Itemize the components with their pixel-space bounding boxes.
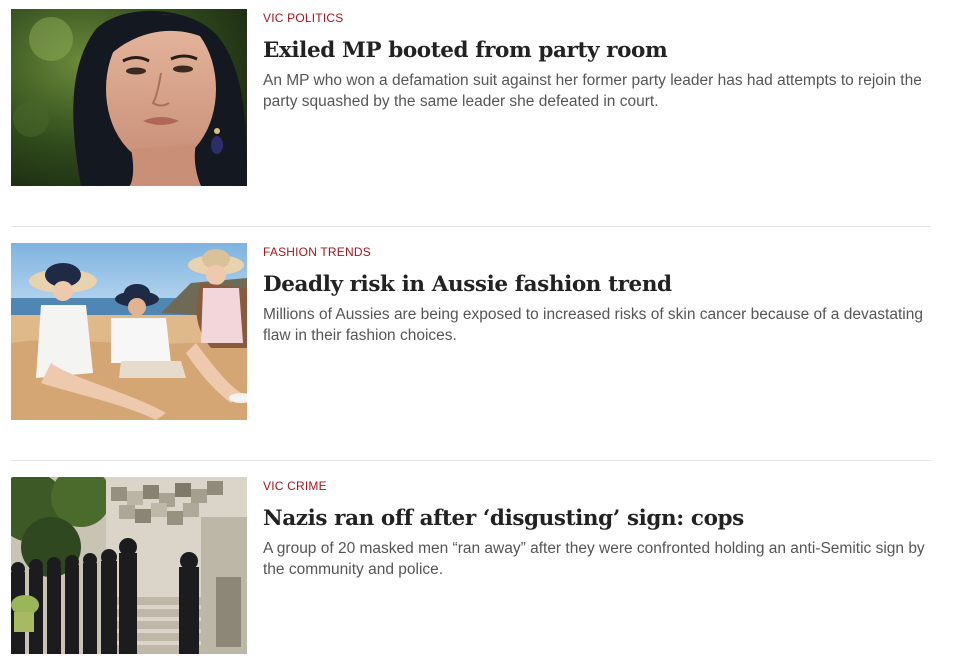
article-category-label[interactable]: VIC POLITICS [263,10,928,26]
article-card-3[interactable]: VIC CRIME Nazis ran off after ‘disgustin… [11,477,931,654]
article-image-1[interactable] [11,9,247,186]
article-headline-link[interactable]: Nazis ran off after ‘disgusting’ sign: c… [263,505,928,533]
article-divider [11,460,931,461]
article-image-3[interactable] [11,477,247,654]
article-summary: An MP who won a defamation suit against … [263,72,922,110]
article-image-2[interactable] [11,243,247,420]
article-headline-link[interactable]: Deadly risk in Aussie fashion trend [263,271,928,299]
article-divider [11,226,931,227]
article-card-1[interactable]: VIC POLITICS Exiled MP booted from party… [11,9,931,186]
article-headline-link[interactable]: Exiled MP booted from party room [263,37,928,65]
article-category-label[interactable]: FASHION TRENDS [263,244,928,260]
article-feed: VIC POLITICS Exiled MP booted from party… [11,9,931,654]
article-summary: A group of 20 masked men “ran away” afte… [263,540,925,578]
article-card-2[interactable]: FASHION TRENDS Deadly risk in Aussie fas… [11,243,931,420]
article-category-label[interactable]: VIC CRIME [263,478,928,494]
article-summary: Millions of Aussies are being exposed to… [263,306,923,344]
